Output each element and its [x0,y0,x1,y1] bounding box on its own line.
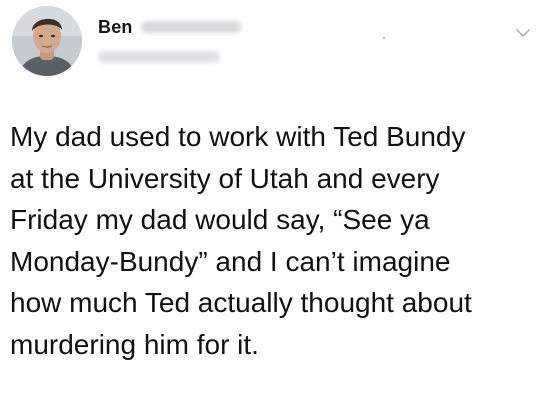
tweet-card: Ben My dad used to work with Ted Bundy a… [0,0,540,412]
avatar-photo [12,6,82,76]
tweet-text: My dad used to work with Ted Bundy at th… [10,121,472,360]
author-row: Ben [98,14,241,40]
decorative-speck [383,37,385,39]
tweet-menu-button[interactable] [514,26,532,40]
chevron-down-icon [516,29,530,37]
blurred-last-name [140,21,241,33]
avatar[interactable] [12,6,82,76]
blurred-handle [98,51,220,63]
author-display-name[interactable]: Ben [98,17,133,38]
